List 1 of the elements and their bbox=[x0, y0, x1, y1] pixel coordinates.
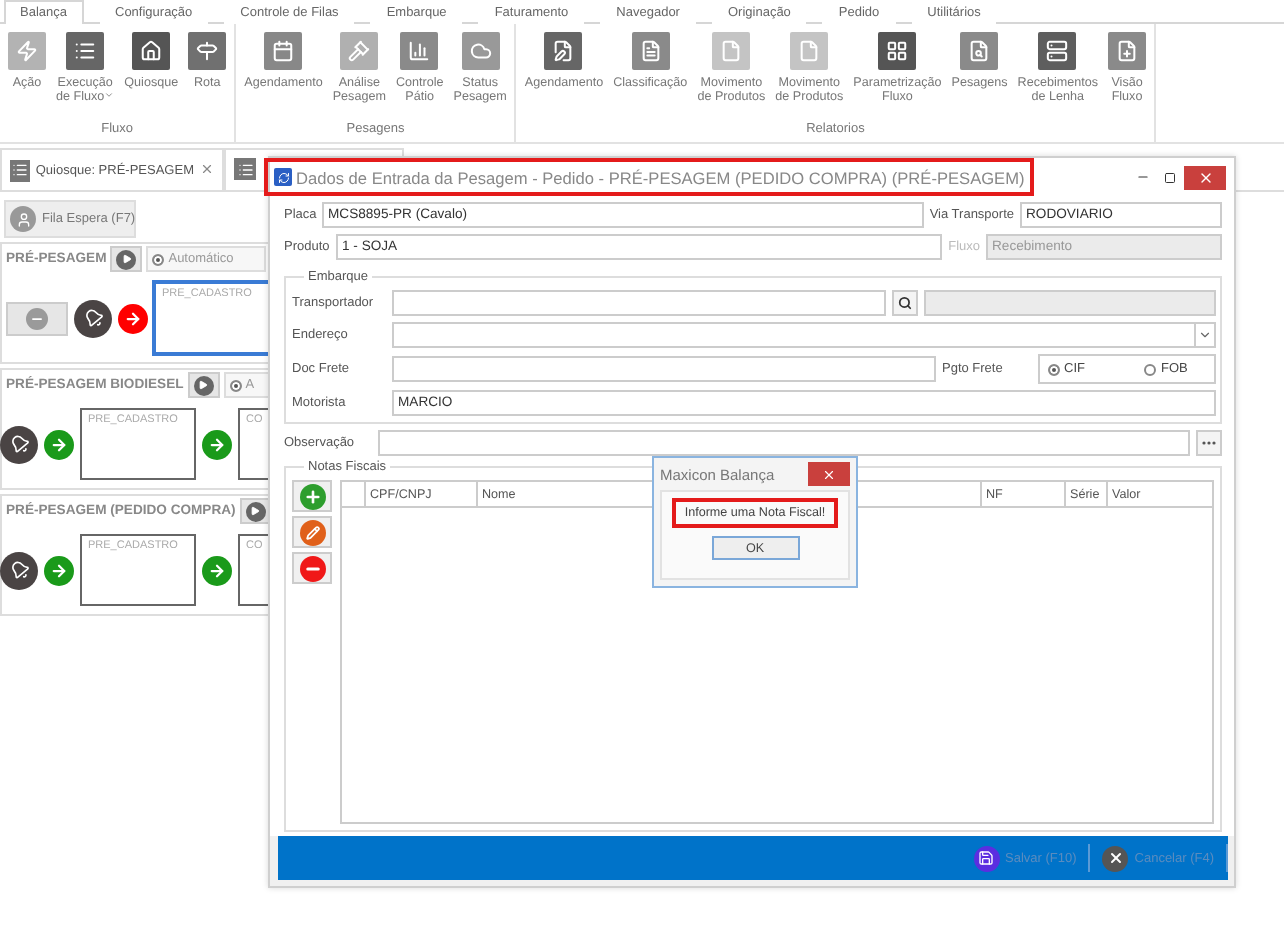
window-title: Dados de Entrada da Pesagem - Pedido - PRÉ-PESAGEM (PEDIDO COMPRA) (PRÉ-PESAGEM) bbox=[264, 158, 1035, 196]
